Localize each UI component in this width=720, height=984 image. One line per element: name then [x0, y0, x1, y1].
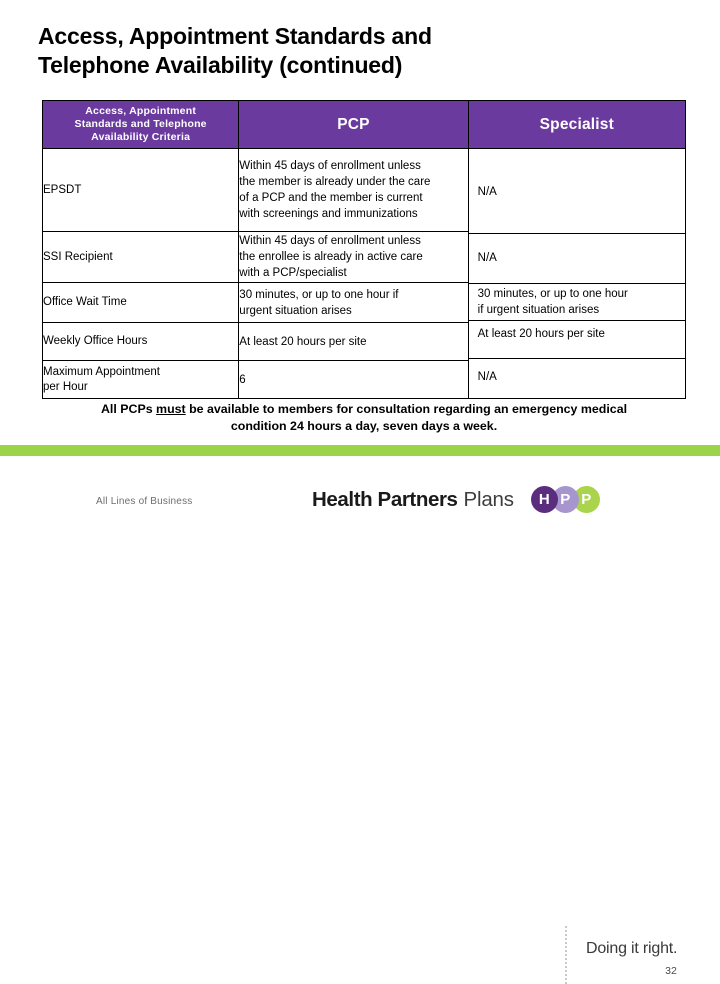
hpp-circle-h: H [530, 486, 558, 513]
standards-table-container: Access, Appointment Standards and Teleph… [41, 100, 687, 399]
cell-specialist-wait-line-1: 30 minutes, or up to one hour [477, 287, 628, 300]
logo-wordmark-health-partners: Health Partners [312, 487, 458, 511]
note-text-after: be available to members for consultation… [185, 402, 628, 416]
cell-pcp-epsdt-line-3: of a PCP and the member is current [239, 192, 423, 204]
cell-pcp-ssi-recipient: Within 45 days of enrollment unless the … [238, 231, 469, 283]
table-body: EPSDT Within 45 days of enrollment unles… [41, 148, 687, 399]
page-title-line-2: Telephone Availability (continued) [38, 52, 403, 78]
specialist-cells: N/A N/A 30 minutes, or up to one hour if… [468, 152, 685, 396]
cell-specialist-office-wait-time: 30 minutes, or up to one hour if urgent … [468, 284, 685, 321]
all-lines-of-business-label: All Lines of Business [96, 496, 193, 507]
emergency-note-line-2: condition 24 hours a day, seven days a w… [230, 419, 498, 433]
cell-pcp-ssi-line-2: the enrollee is already in active care [239, 251, 423, 263]
column-header-criteria-line-1: Access, Appointment [85, 105, 197, 117]
standards-table: Access, Appointment Standards and Teleph… [41, 100, 687, 399]
page-number: 32 [665, 965, 677, 977]
cell-criteria-max-line-1: Maximum Appointment [43, 365, 160, 378]
hpp-monogram-icon: H P P [530, 486, 600, 513]
cell-criteria-ssi-recipient: SSI Recipient [41, 231, 240, 283]
cell-criteria-office-wait-time: Office Wait Time [41, 282, 240, 323]
cell-pcp-epsdt-line-1: Within 45 days of enrollment unless [239, 160, 421, 172]
column-header-specialist: Specialist [467, 100, 687, 149]
cell-pcp-epsdt-line-2: the member is already under the care [239, 176, 431, 188]
column-header-criteria-line-2: Standards and Telephone [74, 118, 207, 130]
cell-criteria-epsdt: EPSDT [41, 148, 240, 232]
table-header-row: Access, Appointment Standards and Teleph… [41, 100, 687, 149]
cell-pcp-office-wait-time: 30 minutes, or up to one hour if urgent … [238, 282, 469, 323]
cell-pcp-epsdt: Within 45 days of enrollment unless the … [238, 148, 469, 232]
cell-pcp-ssi-line-1: Within 45 days of enrollment unless [239, 235, 421, 247]
cell-pcp-wait-line-2: urgent situation arises [239, 304, 352, 317]
emergency-note: All PCPs must be available to members fo… [50, 401, 678, 435]
column-header-criteria-line-3: Availability Criteria [91, 131, 191, 143]
tagline: Doing it right. [586, 940, 678, 957]
cell-criteria-maximum-appointment: Maximum Appointment per Hour [41, 360, 240, 399]
logo-wordmark-plans: Plans [463, 487, 514, 511]
specialist-column-stack: N/A N/A 30 minutes, or up to one hour if… [467, 148, 687, 399]
cell-specialist-ssi: N/A [468, 234, 685, 284]
cell-specialist-epsdt: N/A [468, 152, 685, 234]
note-emphasis-must: must [156, 402, 186, 416]
table-header: Access, Appointment Standards and Teleph… [41, 100, 687, 149]
footer-dotted-divider [565, 926, 568, 984]
cell-specialist-wait-line-2: if urgent situation arises [477, 303, 600, 316]
column-header-criteria: Access, Appointment Standards and Teleph… [41, 100, 240, 149]
slide-footer: All Lines of Business Health Partners Pl… [0, 456, 720, 984]
cell-pcp-wait-line-1: 30 minutes, or up to one hour if [239, 288, 399, 301]
note-text-before: All PCPs [100, 402, 157, 416]
cell-criteria-weekly-office-hours: Weekly Office Hours [41, 322, 240, 361]
accent-bar [0, 445, 720, 456]
cell-pcp-weekly-office-hours: At least 20 hours per site [238, 322, 469, 361]
page-title: Access, Appointment Standards and Teleph… [38, 22, 678, 80]
health-partners-plans-logo: Health Partners Plans H P P [312, 486, 600, 513]
page-title-line-1: Access, Appointment Standards and [38, 23, 432, 49]
column-header-pcp: PCP [238, 100, 469, 149]
emergency-note-line-1: All PCPs must be available to members fo… [101, 402, 627, 416]
cell-pcp-epsdt-line-4: with screenings and immunizations [239, 208, 418, 220]
cell-pcp-maximum-appointment: 6 [238, 360, 469, 399]
cell-criteria-max-line-2: per Hour [43, 380, 88, 393]
cell-specialist-maximum-appointment: N/A [477, 371, 497, 383]
cell-pcp-ssi-line-3: with a PCP/specialist [239, 267, 347, 279]
cell-specialist-weekly-office-hours: At least 20 hours per site [468, 321, 685, 359]
table-row: EPSDT Within 45 days of enrollment unles… [41, 148, 687, 399]
